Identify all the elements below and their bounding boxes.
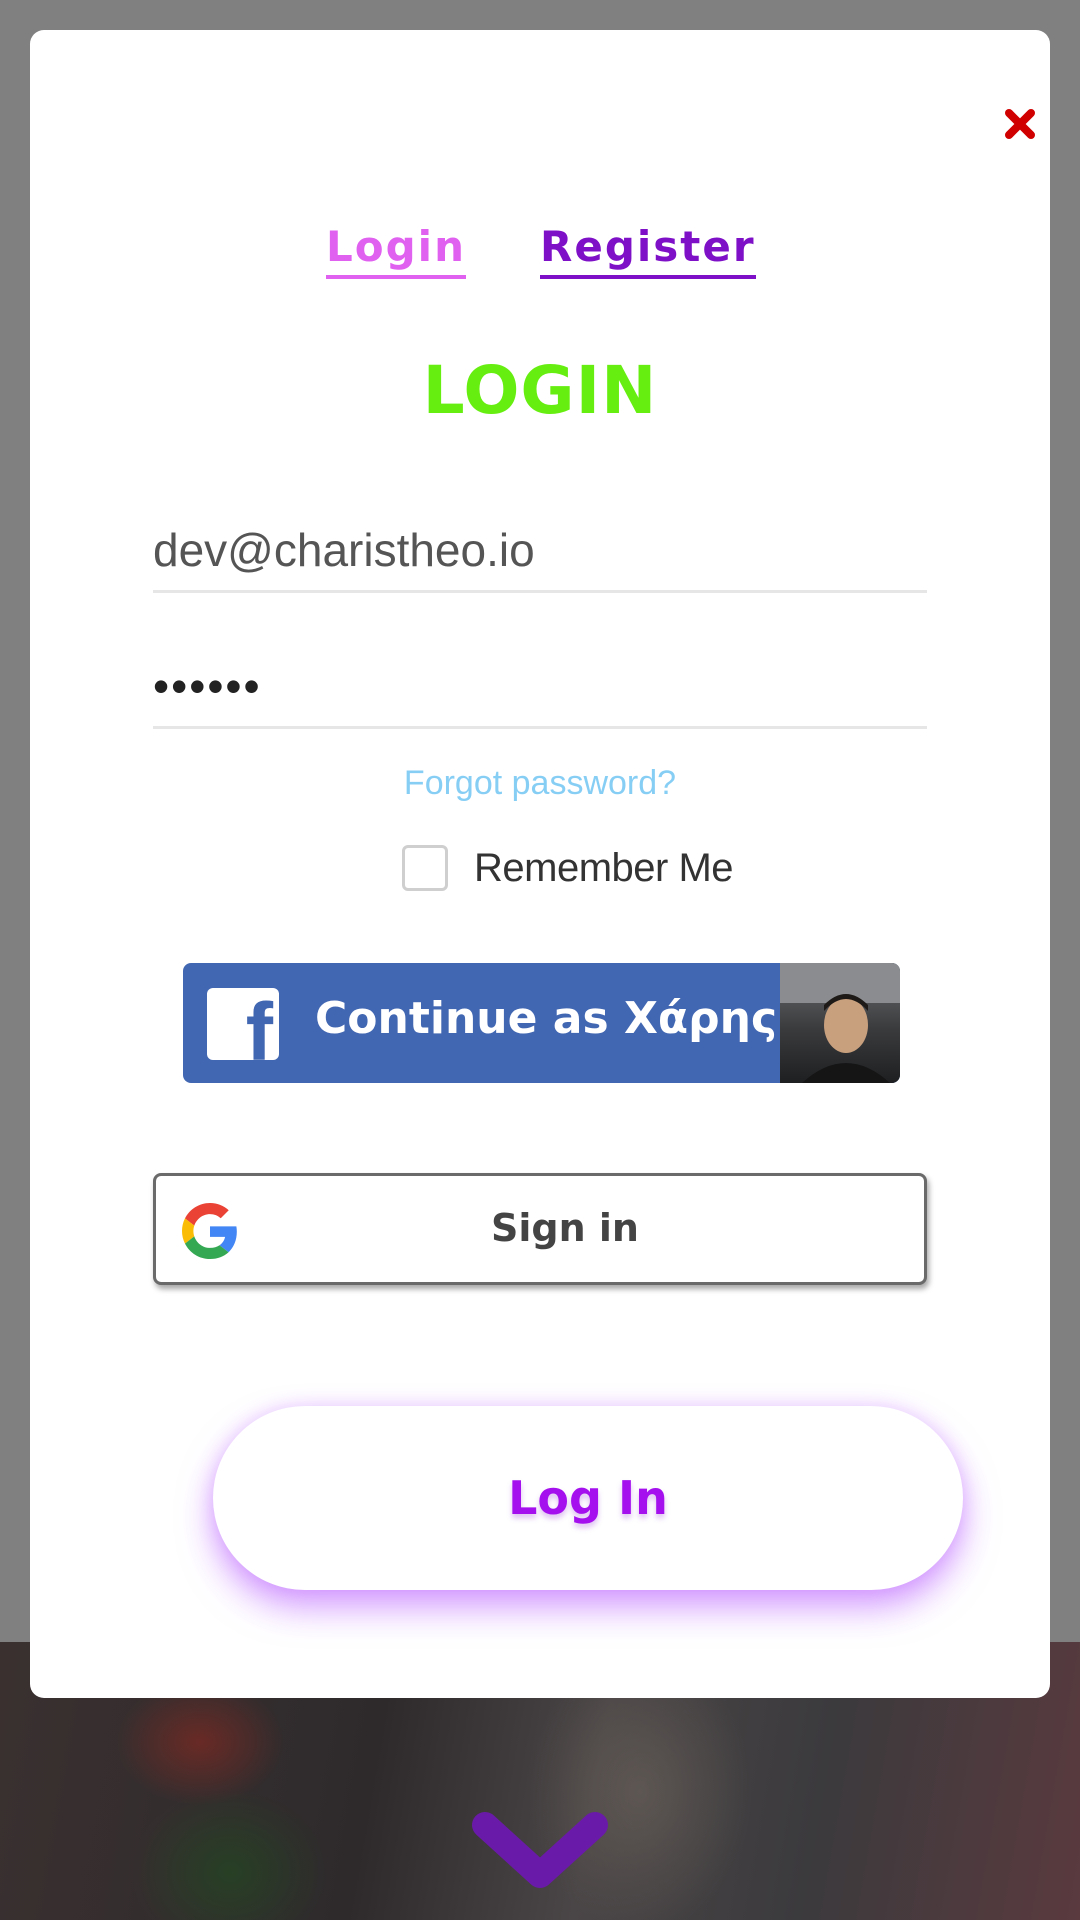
google-sign-in-button[interactable]: Sign in (153, 1173, 927, 1285)
auth-tabs: Login Register (0, 222, 1080, 292)
avatar (780, 963, 900, 1083)
scroll-down-chevron-icon[interactable] (470, 1805, 610, 1895)
forgot-password-link[interactable]: Forgot password? (0, 764, 1080, 803)
facebook-continue-button[interactable]: f Continue as Χάρης (183, 963, 900, 1083)
close-icon (1005, 109, 1035, 139)
close-button[interactable] (998, 102, 1042, 146)
remember-me-checkbox[interactable] (402, 845, 448, 891)
facebook-icon: f (207, 988, 279, 1060)
email-field[interactable] (153, 510, 927, 593)
google-button-label: Sign in (491, 1206, 639, 1250)
page-title: LOGIN (422, 352, 658, 429)
tab-register[interactable]: Register (540, 222, 756, 279)
password-field[interactable] (153, 646, 927, 729)
remember-me: Remember Me (402, 842, 734, 894)
remember-me-label[interactable]: Remember Me (474, 846, 734, 891)
log-in-button-label: Log In (508, 1471, 668, 1525)
facebook-button-label: Continue as Χάρης (315, 993, 778, 1044)
tab-login[interactable]: Login (326, 222, 466, 279)
log-in-button[interactable]: Log In (213, 1406, 963, 1590)
